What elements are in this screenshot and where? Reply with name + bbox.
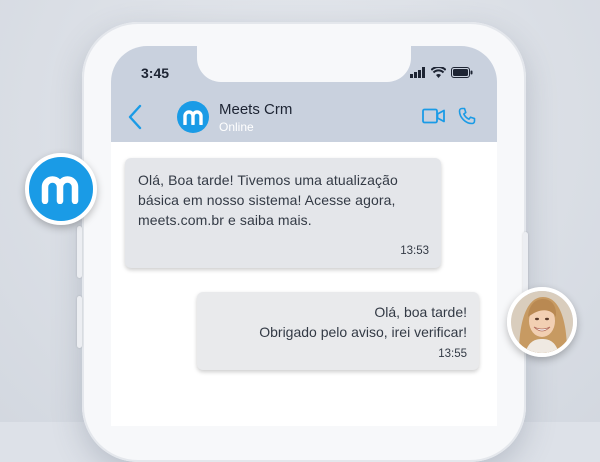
message-text: Olá, Boa tarde! Tivemos uma atualização …	[138, 172, 398, 228]
user-photo-image	[511, 291, 573, 353]
contact-name: Meets Crm	[219, 101, 293, 118]
status-time: 3:45	[141, 65, 170, 81]
contact-avatar[interactable]	[177, 101, 209, 133]
message-line: Olá, boa tarde!	[374, 304, 467, 320]
wifi-icon	[431, 67, 446, 78]
battery-icon	[451, 67, 473, 78]
message-text: Olá, boa tarde! Obrigado pelo aviso, ire…	[197, 302, 467, 342]
contact-status: Online	[219, 120, 254, 134]
user-avatar	[507, 287, 577, 357]
chat-header: 3:45 Meets Crm Online	[111, 46, 497, 142]
video-call-icon[interactable]	[422, 108, 446, 124]
phone-call-icon[interactable]	[458, 107, 476, 125]
message-line: Obrigado pelo aviso, irei verificar!	[259, 324, 467, 340]
phone-side-button	[77, 296, 82, 348]
phone-side-button	[77, 226, 82, 278]
message-time: 13:55	[438, 348, 467, 360]
message-time: 13:53	[400, 245, 429, 257]
brand-logo-badge	[25, 153, 97, 225]
signal-icon	[410, 67, 425, 78]
phone-notch	[197, 46, 411, 82]
meets-logo-icon	[41, 176, 79, 204]
incoming-message: Olá, Boa tarde! Tivemos uma atualização …	[125, 158, 441, 268]
chat-screen: 3:45 Meets Crm Online Olá, Boa tarde! Ti…	[111, 46, 497, 426]
outgoing-message: Olá, boa tarde! Obrigado pelo aviso, ire…	[197, 292, 479, 370]
status-icons	[410, 67, 473, 78]
back-arrow-icon[interactable]	[128, 104, 142, 130]
meets-logo-icon	[183, 110, 203, 125]
